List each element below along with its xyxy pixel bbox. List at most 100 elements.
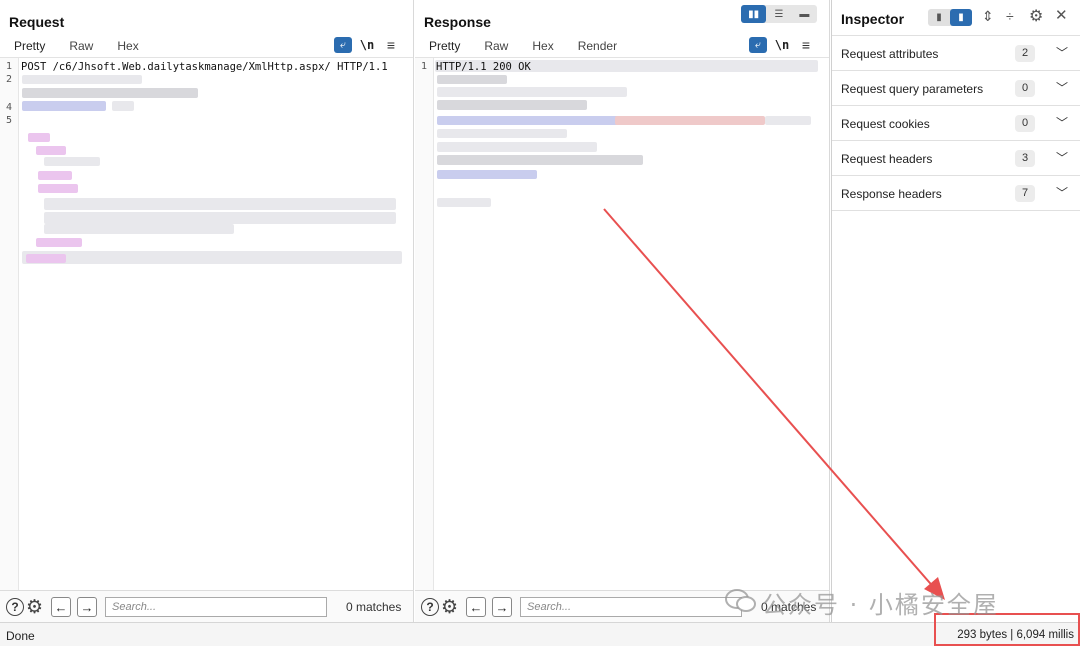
word-wrap-icon[interactable]: ⤶ (749, 37, 767, 53)
previous-match-icon[interactable]: ← (466, 597, 486, 617)
response-tab-pretty[interactable]: Pretty (419, 38, 471, 59)
redacted-text (112, 101, 134, 111)
redacted-text (38, 184, 78, 193)
section-label: Request cookies (841, 117, 930, 131)
redacted-text (437, 75, 507, 84)
redacted-text (437, 142, 597, 152)
response-tab-hex[interactable]: Hex (522, 38, 563, 59)
section-count: 7 (1015, 185, 1035, 202)
inspector-section-request-headers[interactable]: Request headers 3 ﹀ (832, 141, 1080, 176)
section-count: 0 (1015, 80, 1035, 97)
response-pane: Response Pretty Raw Hex Render ⤶ \n ≡ 1 … (415, 0, 830, 622)
next-match-icon[interactable]: → (77, 597, 97, 617)
settings-icon[interactable]: ⚙ (26, 596, 43, 619)
redacted-text (437, 129, 567, 138)
request-search-input[interactable]: Search... (105, 597, 327, 617)
request-tabs: Pretty Raw Hex (4, 38, 153, 59)
inspector-section-request-cookies[interactable]: Request cookies 0 ﹀ (832, 106, 1080, 141)
line-gutter (0, 58, 19, 590)
response-title: Response (424, 14, 491, 30)
request-tab-pretty[interactable]: Pretty (4, 38, 56, 59)
inspector-title: Inspector (841, 11, 905, 27)
help-icon[interactable]: ? (6, 598, 24, 616)
request-pane: Request Pretty Raw Hex ⤶ \n ≡ 1 POST /c6… (0, 0, 414, 622)
redacted-text (615, 116, 765, 125)
chevron-down-icon[interactable]: ﹀ (1056, 184, 1068, 201)
chevron-down-icon[interactable]: ﹀ (1056, 114, 1068, 131)
redacted-text (22, 88, 198, 98)
redacted-text (22, 101, 106, 111)
response-tab-render[interactable]: Render (568, 38, 627, 59)
redacted-text (26, 254, 66, 263)
line-number: 5 (6, 115, 13, 126)
word-wrap-icon[interactable]: ⤶ (334, 37, 352, 53)
request-line-text: POST /c6/Jhsoft.Web.dailytaskmanage/XmlH… (21, 61, 388, 73)
expand-all-icon[interactable]: ⇕ (982, 8, 994, 25)
redacted-text (437, 100, 587, 110)
request-editor[interactable]: 1 POST /c6/Jhsoft.Web.dailytaskmanage/Xm… (0, 58, 413, 590)
line-number: 4 (6, 102, 13, 113)
side-by-side-layout-icon[interactable]: ▮▮ (741, 5, 767, 23)
chevron-down-icon[interactable]: ﹀ (1056, 149, 1068, 166)
response-search-input[interactable]: Search... (520, 597, 742, 617)
status-text: Done (6, 629, 35, 643)
inspector-sections: Request attributes 2 ﹀ Request query par… (832, 35, 1080, 211)
next-match-icon[interactable]: → (492, 597, 512, 617)
redacted-text (36, 146, 66, 155)
wechat-logo-icon (725, 589, 756, 612)
redacted-text (437, 87, 627, 97)
response-tabs: Pretty Raw Hex Render (419, 38, 631, 59)
response-tab-raw[interactable]: Raw (474, 38, 518, 59)
request-tab-raw[interactable]: Raw (59, 38, 103, 59)
inspector-section-request-attributes[interactable]: Request attributes 2 ﹀ (832, 36, 1080, 71)
previous-match-icon[interactable]: ← (51, 597, 71, 617)
inspector-layout-left-icon[interactable]: ▮ (928, 9, 950, 26)
settings-icon[interactable]: ⚙ (441, 596, 458, 619)
line-gutter (415, 58, 434, 590)
redacted-text (22, 251, 402, 264)
inspector-section-request-query-parameters[interactable]: Request query parameters 0 ﹀ (832, 71, 1080, 106)
layout-toggle: ▮▮ ☰ ▬ (741, 5, 817, 23)
inspector-layout-toggle: ▮ ▮ (928, 9, 972, 26)
inspector-layout-right-icon[interactable]: ▮ (950, 9, 972, 26)
collapse-all-icon[interactable]: ÷ (1006, 8, 1014, 24)
response-line-text: HTTP/1.1 200 OK (436, 61, 531, 73)
redacted-text (44, 224, 234, 234)
menu-icon[interactable]: ≡ (382, 37, 400, 53)
line-number: 1 (6, 61, 13, 72)
request-tab-hex[interactable]: Hex (107, 38, 148, 59)
redacted-text (44, 198, 396, 210)
settings-icon[interactable]: ⚙ (1029, 6, 1043, 26)
help-icon[interactable]: ? (421, 598, 439, 616)
single-pane-layout-icon[interactable]: ▬ (792, 5, 817, 23)
section-label: Request attributes (841, 47, 939, 61)
redacted-text (765, 116, 811, 125)
redacted-text (44, 212, 396, 224)
request-title: Request (9, 14, 65, 30)
chevron-down-icon[interactable]: ﹀ (1056, 44, 1068, 61)
request-search-bar: ? ⚙ ← → Search... 0 matches (0, 590, 413, 622)
watermark-text: 公众号 · 小橘安全屋 (762, 591, 999, 619)
chevron-down-icon[interactable]: ﹀ (1056, 79, 1068, 96)
newline-toggle-icon[interactable]: \n (358, 38, 376, 52)
redacted-text (437, 155, 643, 165)
response-editor-tools: ⤶ \n ≡ (749, 37, 815, 53)
section-label: Request headers (841, 152, 933, 166)
redacted-text (22, 75, 142, 84)
stacked-layout-icon[interactable]: ☰ (766, 5, 791, 23)
response-editor[interactable]: 1 HTTP/1.1 200 OK (415, 58, 829, 590)
menu-icon[interactable]: ≡ (797, 37, 815, 53)
close-icon[interactable]: ✕ (1055, 6, 1068, 24)
section-label: Request query parameters (841, 82, 984, 96)
section-count: 0 (1015, 115, 1035, 132)
section-count: 3 (1015, 150, 1035, 167)
newline-toggle-icon[interactable]: \n (773, 38, 791, 52)
redacted-text (437, 170, 537, 179)
redacted-text (437, 198, 491, 207)
line-number: 1 (421, 61, 428, 72)
redacted-text (44, 157, 100, 166)
inspector-section-response-headers[interactable]: Response headers 7 ﹀ (832, 176, 1080, 211)
redacted-text (38, 171, 72, 180)
request-editor-tools: ⤶ \n ≡ (334, 37, 400, 53)
section-label: Response headers (841, 187, 942, 201)
